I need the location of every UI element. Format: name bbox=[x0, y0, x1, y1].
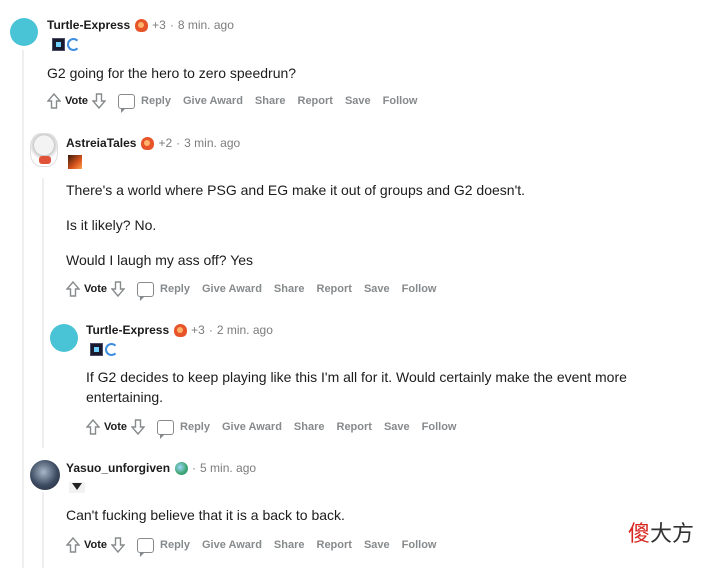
watermark: 傻大方 bbox=[628, 516, 694, 548]
save-button[interactable]: Save bbox=[345, 95, 371, 107]
comment-meta: Yasuo_unforgiven · 5 min. ago bbox=[66, 461, 256, 475]
flair-count: +3 bbox=[152, 18, 166, 32]
watermark-dark-chars: 大方 bbox=[650, 522, 695, 547]
flair-icon bbox=[135, 18, 149, 32]
comment-actions: Vote Reply Give Award Share Report Save … bbox=[47, 93, 429, 113]
follow-button[interactable]: Follow bbox=[402, 539, 437, 551]
award-icon bbox=[52, 38, 65, 51]
flair-icon bbox=[141, 136, 155, 150]
reply-icon bbox=[118, 93, 136, 113]
reply-button[interactable]: Reply bbox=[157, 419, 210, 439]
comment-actions: Vote Reply Give Award Share Report Save … bbox=[66, 281, 448, 301]
avatar[interactable] bbox=[10, 18, 38, 46]
vote-label: Vote bbox=[104, 421, 128, 433]
save-button[interactable]: Save bbox=[364, 283, 390, 295]
follow-button[interactable]: Follow bbox=[383, 95, 418, 107]
username[interactable]: AstreiaTales bbox=[66, 136, 136, 150]
report-button[interactable]: Report bbox=[337, 421, 372, 433]
save-button[interactable]: Save bbox=[364, 539, 390, 551]
report-button[interactable]: Report bbox=[317, 283, 352, 295]
comment-body: There's a world where PSG and EG make it… bbox=[66, 182, 526, 198]
comment-meta: Turtle-Express +3 · 2 min. ago bbox=[86, 323, 273, 337]
avatar[interactable] bbox=[30, 133, 58, 167]
separator: · bbox=[192, 461, 197, 475]
reply-button[interactable]: Reply bbox=[137, 281, 190, 301]
avatar-accent bbox=[39, 156, 51, 164]
comment-body: Can't fucking believe that it is a back … bbox=[66, 507, 345, 523]
separator: · bbox=[176, 136, 181, 150]
timestamp[interactable]: 8 min. ago bbox=[178, 18, 234, 32]
username[interactable]: Yasuo_unforgiven bbox=[66, 461, 170, 475]
comment-meta: Turtle-Express +3 · 8 min. ago bbox=[47, 18, 234, 32]
comment-actions: Vote Reply Give Award Share Report Save … bbox=[86, 419, 468, 439]
comment-actions: Vote Reply Give Award Share Report Save … bbox=[66, 537, 448, 557]
timestamp[interactable]: 3 min. ago bbox=[184, 136, 240, 150]
watermark-red-char: 傻 bbox=[628, 522, 651, 547]
downvote-icon[interactable] bbox=[111, 281, 126, 297]
comment-body: G2 going for the hero to zero speedrun? bbox=[47, 65, 297, 81]
username[interactable]: Turtle-Express bbox=[86, 323, 169, 337]
award-swirl-icon bbox=[105, 343, 118, 356]
separator: · bbox=[208, 323, 213, 337]
give-award-button[interactable]: Give Award bbox=[222, 421, 282, 433]
award-badges[interactable] bbox=[69, 482, 85, 493]
flair-count: +2 bbox=[158, 136, 173, 150]
timestamp[interactable]: 2 min. ago bbox=[217, 323, 273, 337]
vote-label: Vote bbox=[65, 95, 89, 107]
thread-line-3[interactable] bbox=[42, 492, 44, 568]
award-badges[interactable] bbox=[68, 155, 82, 169]
give-award-button[interactable]: Give Award bbox=[202, 283, 262, 295]
reply-icon bbox=[157, 419, 175, 439]
vote-label: Vote bbox=[84, 283, 108, 295]
award-icon bbox=[68, 155, 82, 169]
give-award-button[interactable]: Give Award bbox=[202, 539, 262, 551]
award-swirl-icon bbox=[67, 38, 80, 51]
reply-icon bbox=[137, 537, 155, 557]
downvote-icon[interactable] bbox=[92, 93, 107, 109]
separator: · bbox=[169, 18, 174, 32]
username[interactable]: Turtle-Express bbox=[47, 18, 130, 32]
share-button[interactable]: Share bbox=[274, 539, 305, 551]
comment-body: Would I laugh my ass off? Yes bbox=[66, 252, 254, 268]
vote-label: Vote bbox=[84, 539, 108, 551]
comment-body: If G2 decides to keep playing like this … bbox=[86, 369, 627, 405]
downvote-icon[interactable] bbox=[131, 419, 146, 435]
reply-button[interactable]: Reply bbox=[137, 537, 190, 557]
share-button[interactable]: Share bbox=[255, 95, 286, 107]
share-button[interactable]: Share bbox=[274, 283, 305, 295]
reply-icon bbox=[137, 281, 155, 301]
avatar[interactable] bbox=[50, 324, 78, 352]
thread-line-2[interactable] bbox=[42, 178, 44, 448]
report-button[interactable]: Report bbox=[317, 539, 352, 551]
award-badges[interactable] bbox=[52, 38, 80, 51]
upvote-icon[interactable] bbox=[47, 93, 61, 109]
award-badges[interactable] bbox=[90, 343, 118, 356]
follow-button[interactable]: Follow bbox=[402, 283, 437, 295]
thread-line-1[interactable] bbox=[22, 50, 24, 568]
save-button[interactable]: Save bbox=[384, 421, 410, 433]
timestamp[interactable]: 5 min. ago bbox=[200, 461, 256, 475]
flair-globe-icon bbox=[175, 461, 189, 475]
upvote-icon[interactable] bbox=[86, 419, 100, 435]
report-button[interactable]: Report bbox=[298, 95, 333, 107]
comment-body: Is it likely? No. bbox=[66, 217, 157, 233]
comment-meta: AstreiaTales +2 · 3 min. ago bbox=[66, 136, 240, 150]
avatar[interactable] bbox=[30, 460, 60, 490]
give-award-button[interactable]: Give Award bbox=[183, 95, 243, 107]
award-icon bbox=[69, 482, 85, 493]
flair-icon bbox=[174, 323, 188, 337]
downvote-icon[interactable] bbox=[111, 537, 126, 553]
flair-count: +3 bbox=[191, 323, 205, 337]
follow-button[interactable]: Follow bbox=[422, 421, 457, 433]
award-icon bbox=[90, 343, 103, 356]
upvote-icon[interactable] bbox=[66, 281, 80, 297]
share-button[interactable]: Share bbox=[294, 421, 325, 433]
upvote-icon[interactable] bbox=[66, 537, 80, 553]
reply-button[interactable]: Reply bbox=[118, 93, 171, 113]
